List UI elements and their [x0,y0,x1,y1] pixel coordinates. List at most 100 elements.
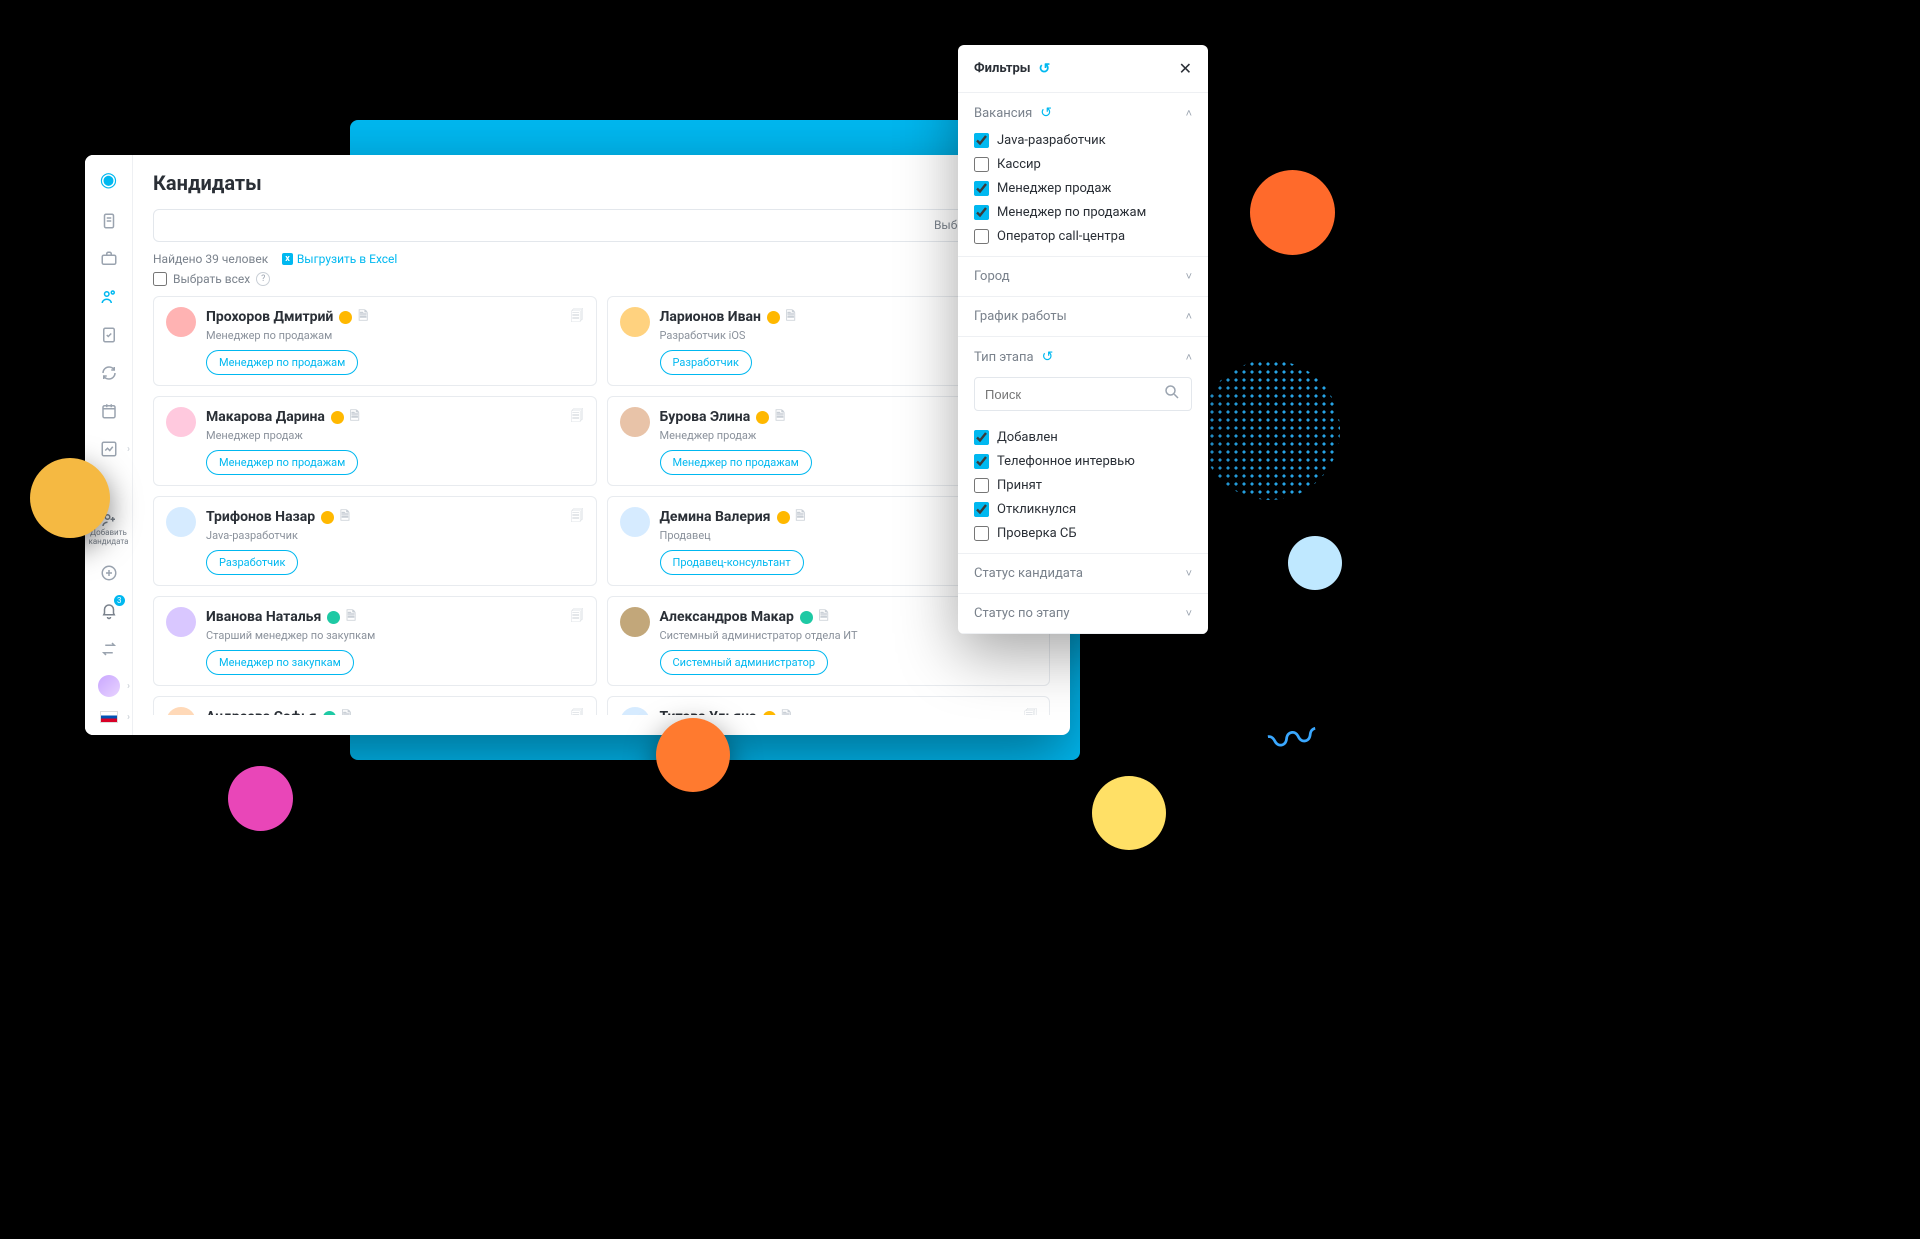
filter-panel: Фильтры↺ ✕ Вакансия↺˄ Java-разработчикКа… [958,45,1208,634]
filter-section-head[interactable]: Город˅ [958,257,1208,296]
status-badge-icon [763,711,776,715]
stage-search-input[interactable] [985,387,1163,402]
filter-checkbox-input[interactable] [974,526,989,541]
filter-section-city: Город˅ [958,257,1208,297]
candidate-tag[interactable]: Менеджер по продажам [206,450,358,475]
filter-section-head[interactable]: Вакансия↺˄ [958,93,1208,133]
nav-analytics-icon[interactable] [97,437,121,461]
close-icon[interactable]: ✕ [1179,59,1192,78]
filter-checkbox[interactable]: Проверка СБ [974,526,1192,541]
doc-icon: 🗎 [819,607,829,628]
sidebar: ◉ › Добавить кандидата 3 › › [85,155,133,735]
candidate-tag[interactable]: Разработчик [660,350,752,375]
candidate-card[interactable]: Титова Ульяна 🗎 Менеджер по продажам Мен… [607,696,1051,715]
filter-checkbox-input[interactable] [974,229,989,244]
card-menu-icon[interactable]: 🗐 [571,607,584,629]
card-menu-icon[interactable]: 🗐 [571,507,584,529]
notif-badge: 3 [114,595,125,606]
nav-plus-icon[interactable] [97,561,121,585]
candidate-tag[interactable]: Менеджер по продажам [660,450,812,475]
filter-section-head[interactable]: Статус кандидата˅ [958,554,1208,593]
filter-section-stage-status: Статус по этапу˅ [958,594,1208,634]
doc-icon: 🗎 [342,707,352,715]
reset-icon[interactable]: ↺ [1040,105,1052,121]
card-menu-icon[interactable]: 🗐 [571,407,584,429]
candidate-avatar [166,307,196,337]
nav-transfer-icon[interactable] [97,637,121,661]
filter-section-head[interactable]: Статус по этапу˅ [958,594,1208,633]
doc-icon: 🗎 [786,307,796,328]
filter-checkbox-input[interactable] [974,478,989,493]
candidate-card[interactable]: Иванова Наталья 🗎 Старший менеджер по за… [153,596,597,686]
filter-checkbox-input[interactable] [974,430,989,445]
filter-checkbox-input[interactable] [974,157,989,172]
candidate-card[interactable]: Прохоров Дмитрий 🗎 Менеджер по продажам … [153,296,597,386]
filter-checkbox-input[interactable] [974,181,989,196]
card-menu-icon[interactable]: 🗐 [571,307,584,329]
candidate-avatar [620,307,650,337]
nav-bell-icon[interactable]: 3 [97,599,121,623]
reset-icon[interactable]: ↺ [1039,61,1051,77]
filter-title: Фильтры [974,61,1031,76]
candidate-card[interactable]: Трифонов Назар 🗎 Java-разработчик Разраб… [153,496,597,586]
doc-icon: 🗎 [782,707,792,715]
filter-checkbox[interactable]: Менеджер по продажам [974,205,1192,220]
filter-checkbox[interactable]: Откликнулся [974,502,1192,517]
candidate-tag[interactable]: Разработчик [206,550,298,575]
status-badge-icon [777,511,790,524]
filter-checkbox-input[interactable] [974,205,989,220]
candidate-avatar [620,707,650,715]
filter-section-head[interactable]: График работы˄ [958,297,1208,336]
candidate-name: Трифонов Назар 🗎 [206,507,584,528]
filter-checkbox[interactable]: Принят [974,478,1192,493]
search-icon[interactable] [1163,383,1181,405]
filter-checkbox-input[interactable] [974,502,989,517]
filter-checkbox[interactable]: Менеджер продаж [974,181,1192,196]
candidate-name: Иванова Наталья 🗎 [206,607,584,628]
help-icon[interactable]: ? [256,272,270,286]
language-flag-ru[interactable] [100,711,118,723]
chevron-up-icon: ˄ [1186,310,1192,323]
nav-docs-icon[interactable] [97,209,121,233]
nav-refresh-icon[interactable] [97,361,121,385]
chevron-up-icon: ˄ [1186,107,1192,120]
chevron-right-icon: › [127,681,130,692]
card-menu-icon[interactable]: 🗐 [1024,707,1037,715]
doc-icon: 🗎 [358,307,368,328]
candidate-role: Java-разработчик [206,529,584,542]
filter-checkbox-input[interactable] [974,133,989,148]
candidate-tag[interactable]: Менеджер по закупкам [206,650,354,675]
nav-page-icon[interactable] [97,323,121,347]
logo-icon[interactable]: ◉ [100,167,117,191]
reset-icon[interactable]: ↺ [1042,349,1054,365]
card-menu-icon[interactable]: 🗐 [571,707,584,715]
decorative-avatar [1250,170,1335,255]
filter-checkbox[interactable]: Java-разработчик [974,133,1192,148]
candidate-avatar [166,607,196,637]
add-candidate-label-2: кандидата [89,538,129,547]
decorative-avatar [228,766,293,831]
candidate-tag[interactable]: Системный администратор [660,650,829,675]
filter-checkbox[interactable]: Добавлен [974,430,1192,445]
nav-candidates-icon[interactable] [97,285,121,309]
candidate-card[interactable]: Макарова Дарина 🗎 Менеджер продаж Менедж… [153,396,597,486]
candidate-tag[interactable]: Продавец-консультант [660,550,804,575]
filter-checkbox[interactable]: Телефонное интервью [974,454,1192,469]
nav-briefcase-icon[interactable] [97,247,121,271]
filter-section-schedule: График работы˄ [958,297,1208,337]
candidate-name: Андреева Софья 🗎 [206,707,584,715]
candidate-tag[interactable]: Менеджер по продажам [206,350,358,375]
decorative-avatar [1092,776,1166,850]
filter-section-head[interactable]: Тип этапа↺˄ [958,337,1208,377]
nav-calendar-icon[interactable] [97,399,121,423]
user-avatar[interactable] [98,675,120,697]
search-bar[interactable]: Выбор˅ Выбор [153,209,1050,242]
candidate-card[interactable]: Андреева Софья 🗎 Продавец-кассир Продаве… [153,696,597,715]
chevron-right-icon: › [127,712,130,723]
filter-checkbox-input[interactable] [974,454,989,469]
filter-checkbox[interactable]: Оператор call-центра [974,229,1192,244]
select-all-checkbox[interactable]: Выбрать всех ? [153,272,1050,286]
export-excel-button[interactable]: xВыгрузить в Excel [282,252,397,266]
filter-checkbox[interactable]: Кассир [974,157,1192,172]
select-all-input[interactable] [153,272,167,286]
